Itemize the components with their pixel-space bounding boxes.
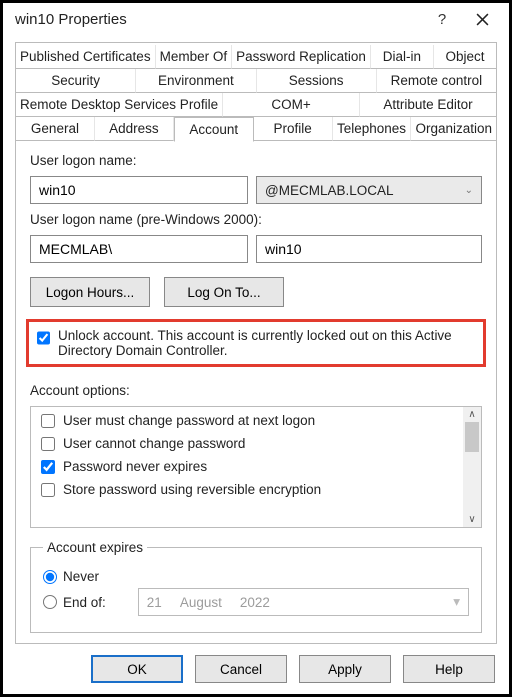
expires-date-picker[interactable]: 21 August 2022 ▾ — [138, 588, 469, 616]
option-row: User cannot change password — [41, 436, 457, 451]
tab-sessions[interactable]: Sessions — [257, 69, 377, 93]
options-scrollbar[interactable]: ∧ ∨ — [463, 407, 481, 527]
option-label: Store password using reversible encrypti… — [63, 482, 321, 497]
unlock-account-text: Unlock account. This account is currentl… — [58, 328, 475, 358]
tab-remote-control[interactable]: Remote control — [377, 69, 496, 93]
tab-member-of[interactable]: Member Of — [156, 45, 233, 69]
expires-date-month: August — [180, 595, 222, 610]
tab-object[interactable]: Object — [434, 45, 496, 69]
option-row: User must change password at next logon — [41, 413, 457, 428]
logon-name-input[interactable] — [30, 176, 248, 204]
logon-name-label: User logon name: — [30, 153, 482, 168]
expires-endof-label: End of: — [63, 595, 106, 610]
scroll-thumb[interactable] — [465, 422, 479, 452]
window-title: win10 Properties — [15, 11, 127, 28]
log-on-to-button[interactable]: Log On To... — [164, 277, 284, 307]
expires-endof-radio[interactable] — [43, 595, 57, 609]
titlebar: win10 Properties ? — [3, 3, 509, 36]
pre2000-name-input[interactable] — [256, 235, 482, 263]
tab-dial-in[interactable]: Dial-in — [371, 45, 434, 69]
option-row: Store password using reversible encrypti… — [41, 482, 457, 497]
dialog-footer: OK Cancel Apply Help — [3, 644, 509, 694]
tab-com-plus[interactable]: COM+ — [223, 93, 360, 117]
option-label: User must change password at next logon — [63, 413, 315, 428]
tab-telephones[interactable]: Telephones — [333, 117, 412, 141]
tab-environment[interactable]: Environment — [136, 69, 256, 93]
ok-button[interactable]: OK — [91, 655, 183, 683]
logon-hours-button[interactable]: Logon Hours... — [30, 277, 150, 307]
tab-account[interactable]: Account — [174, 117, 254, 142]
tab-published-certificates[interactable]: Published Certificates — [16, 45, 156, 69]
chevron-down-icon: ⌄ — [465, 185, 473, 196]
expires-date-year: 2022 — [240, 595, 270, 610]
account-options-list: User must change password at next logon … — [30, 406, 482, 528]
expires-never-radio[interactable] — [43, 570, 57, 584]
account-options-label: Account options: — [30, 383, 482, 398]
scroll-down-icon: ∨ — [468, 514, 475, 525]
unlock-account-checkbox[interactable] — [37, 331, 50, 345]
tab-address[interactable]: Address — [95, 117, 174, 141]
tab-strip: Published Certificates Member Of Passwor… — [15, 42, 497, 141]
option-label: User cannot change password — [63, 436, 245, 451]
close-icon — [476, 13, 489, 26]
option-must-change-password[interactable] — [41, 414, 55, 428]
logon-domain-select[interactable]: @MECMLAB.LOCAL ⌄ — [256, 176, 482, 204]
tab-profile[interactable]: Profile — [254, 117, 333, 141]
option-cannot-change-password[interactable] — [41, 437, 55, 451]
account-expires-legend: Account expires — [43, 540, 147, 555]
expires-date-day: 21 — [147, 595, 162, 610]
properties-window: win10 Properties ? Published Certificate… — [0, 0, 512, 697]
unlock-account-area: Unlock account. This account is currentl… — [26, 319, 486, 367]
tab-rds-profile[interactable]: Remote Desktop Services Profile — [16, 93, 223, 117]
option-password-never-expires[interactable] — [41, 460, 55, 474]
tab-organization[interactable]: Organization — [411, 117, 496, 141]
tab-general[interactable]: General — [16, 117, 95, 141]
pre2000-label: User logon name (pre-Windows 2000): — [30, 212, 482, 227]
calendar-dropdown-icon: ▾ — [453, 594, 460, 610]
apply-button[interactable]: Apply — [299, 655, 391, 683]
tab-attribute-editor[interactable]: Attribute Editor — [360, 93, 496, 117]
pre2000-domain-input[interactable] — [30, 235, 248, 263]
account-expires-group: Account expires Never End of: 21 August … — [30, 540, 482, 633]
logon-domain-value: @MECMLAB.LOCAL — [265, 183, 394, 198]
account-pane: User logon name: @MECMLAB.LOCAL ⌄ User l… — [15, 141, 497, 644]
tab-security[interactable]: Security — [16, 69, 136, 93]
option-label: Password never expires — [63, 459, 207, 474]
close-button[interactable] — [461, 6, 503, 34]
tab-password-replication[interactable]: Password Replication — [232, 45, 371, 69]
expires-never-label: Never — [63, 569, 99, 584]
help-button[interactable]: ? — [423, 6, 461, 34]
option-reversible-encryption[interactable] — [41, 483, 55, 497]
option-row: Password never expires — [41, 459, 457, 474]
scroll-up-icon: ∧ — [468, 409, 475, 420]
help-footer-button[interactable]: Help — [403, 655, 495, 683]
cancel-button[interactable]: Cancel — [195, 655, 287, 683]
